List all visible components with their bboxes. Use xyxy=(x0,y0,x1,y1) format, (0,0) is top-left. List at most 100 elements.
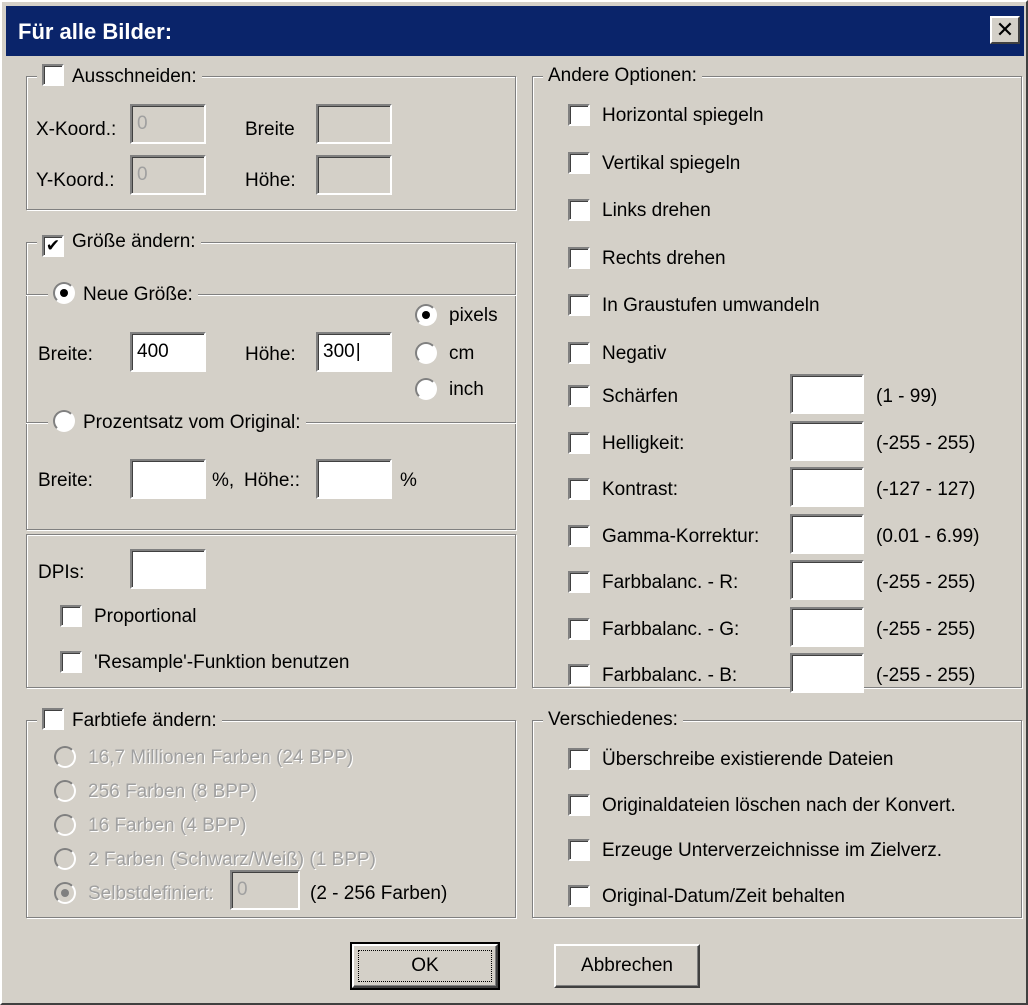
crop-height-input[interactable] xyxy=(316,155,392,195)
crop-width-input[interactable] xyxy=(316,104,392,144)
new-width-label: Breite: xyxy=(38,344,93,365)
option-label: Negativ xyxy=(602,342,667,364)
new-size-label: Neue Größe: xyxy=(83,284,193,305)
value-option-checkbox[interactable] xyxy=(568,664,590,686)
resample-checkbox[interactable] xyxy=(60,651,82,673)
option-checkbox[interactable] xyxy=(568,151,590,174)
other-options-title: Andere Optionen: xyxy=(543,64,702,88)
close-button[interactable]: ✕ xyxy=(990,16,1020,44)
value-option-label: Helligkeit: xyxy=(602,432,685,454)
color-depth-header: Farbtiefe ändern: xyxy=(37,708,222,733)
value-option-range: (-255 - 255) xyxy=(876,618,976,640)
unit-label-pixels: pixels xyxy=(449,305,498,326)
new-height-input[interactable]: 300 xyxy=(316,332,392,372)
value-option-input[interactable] xyxy=(790,653,864,693)
color-depth-radio-custom[interactable] xyxy=(54,882,76,904)
misc-title: Verschiedenes: xyxy=(543,708,683,732)
color-depth-custom-input[interactable]: 0 xyxy=(230,870,300,910)
crop-checkbox[interactable] xyxy=(42,64,64,86)
color-depth-radio-1bpp[interactable] xyxy=(54,848,76,870)
crop-height-label: Höhe: xyxy=(245,170,296,191)
resize-checkbox-label: Größe ändern: xyxy=(72,231,196,252)
option-label: Horizontal spiegeln xyxy=(602,105,764,126)
value-option-input[interactable] xyxy=(790,420,864,461)
crop-x-input[interactable]: 0 xyxy=(130,104,206,144)
resize-group-header: ✔ Größe ändern: xyxy=(37,230,201,257)
option-checkbox[interactable] xyxy=(568,294,590,316)
option-label: Vertikal spiegeln xyxy=(602,152,741,174)
value-option-range: (1 - 99) xyxy=(876,386,938,407)
color-depth-label-1bpp: 2 Farben (Schwarz/Weiß) (1 BPP) xyxy=(88,849,376,870)
percent-width-input[interactable] xyxy=(130,459,206,499)
new-width-input[interactable]: 400 xyxy=(130,332,206,372)
misc-checkbox[interactable] xyxy=(568,884,590,907)
unit-radio-pixels[interactable] xyxy=(415,304,437,326)
crop-y-input[interactable]: 0 xyxy=(130,155,206,195)
option-checkbox[interactable] xyxy=(568,246,590,269)
misc-label: Überschreibe existierende Dateien xyxy=(602,749,894,770)
dialog-title: Für alle Bilder: xyxy=(18,19,173,44)
color-depth-radio-8bpp[interactable] xyxy=(54,780,76,802)
color-depth-checkbox-label: Farbtiefe ändern: xyxy=(72,710,217,731)
crop-y-label: Y-Koord.: xyxy=(36,170,115,191)
unit-radio-cm[interactable] xyxy=(415,342,437,364)
close-icon: ✕ xyxy=(995,17,1015,42)
percent-sign-1: %, xyxy=(212,470,235,491)
crop-x-label: X-Koord.: xyxy=(36,119,117,140)
misc-label: Erzeuge Unterverzeichnisse im Zielverz. xyxy=(602,840,943,861)
percent-header: Prozentsatz vom Original: xyxy=(48,410,306,435)
value-option-input[interactable] xyxy=(790,374,864,414)
percent-sign-2: % xyxy=(400,470,417,491)
dpi-label: DPIs: xyxy=(38,562,85,583)
color-depth-label-8bpp: 256 Farben (8 BPP) xyxy=(88,781,257,802)
misc-checkbox[interactable] xyxy=(568,748,590,770)
new-size-header: Neue Größe: xyxy=(48,282,198,307)
color-depth-label-24bpp: 16,7 Millionen Farben (24 BPP) xyxy=(88,747,354,768)
cancel-button[interactable]: Abbrechen xyxy=(554,944,700,988)
percent-height-label: Höhe:: xyxy=(244,470,300,491)
value-option-label: Gamma-Korrektur: xyxy=(602,525,760,547)
color-depth-radio-24bpp[interactable] xyxy=(54,746,76,768)
crop-checkbox-label: Ausschneiden: xyxy=(72,66,197,87)
value-option-input[interactable] xyxy=(790,606,864,647)
option-label: Rechts drehen xyxy=(602,247,726,269)
proportional-checkbox[interactable] xyxy=(60,605,82,627)
color-depth-label-custom: Selbstdefiniert: xyxy=(88,883,214,904)
option-label: In Graustufen umwandeln xyxy=(602,295,820,316)
new-size-radio[interactable] xyxy=(53,282,75,304)
value-option-label: Schärfen xyxy=(602,386,679,407)
value-option-checkbox[interactable] xyxy=(568,385,590,407)
value-option-checkbox[interactable] xyxy=(568,431,590,454)
percent-height-input[interactable] xyxy=(316,459,392,499)
new-height-label: Höhe: xyxy=(245,344,296,365)
crop-width-label: Breite xyxy=(245,119,295,140)
color-depth-radio-4bpp[interactable] xyxy=(54,814,76,836)
dpi-input[interactable] xyxy=(130,549,206,589)
resample-label: 'Resample'-Funktion benutzen xyxy=(94,652,350,673)
misc-checkbox[interactable] xyxy=(568,839,590,861)
value-option-range: (-255 - 255) xyxy=(876,432,976,454)
value-option-checkbox[interactable] xyxy=(568,524,590,547)
option-checkbox[interactable] xyxy=(568,104,590,126)
percent-radio[interactable] xyxy=(53,410,75,432)
value-option-checkbox[interactable] xyxy=(568,617,590,640)
value-option-input[interactable] xyxy=(790,560,864,600)
misc-checkbox[interactable] xyxy=(568,793,590,816)
resize-checkbox[interactable]: ✔ xyxy=(42,235,64,257)
value-option-input[interactable] xyxy=(790,467,864,507)
proportional-label: Proportional xyxy=(94,606,197,627)
value-option-checkbox[interactable] xyxy=(568,571,590,593)
option-checkbox[interactable] xyxy=(568,341,590,364)
value-option-checkbox[interactable] xyxy=(568,478,590,500)
misc-label: Original-Datum/Zeit behalten xyxy=(602,885,845,907)
ok-button[interactable]: OK xyxy=(350,942,500,990)
value-option-range: (-255 - 255) xyxy=(876,572,976,593)
value-option-range: (0.01 - 6.99) xyxy=(876,525,980,547)
option-checkbox[interactable] xyxy=(568,199,590,221)
percent-label: Prozentsatz vom Original: xyxy=(83,412,301,433)
title-bar[interactable]: Für alle Bilder: ✕ xyxy=(6,6,1024,56)
value-option-input[interactable] xyxy=(790,513,864,554)
color-depth-checkbox[interactable] xyxy=(42,708,64,730)
unit-radio-inch[interactable] xyxy=(415,378,437,400)
value-option-range: (-127 - 127) xyxy=(876,479,976,500)
